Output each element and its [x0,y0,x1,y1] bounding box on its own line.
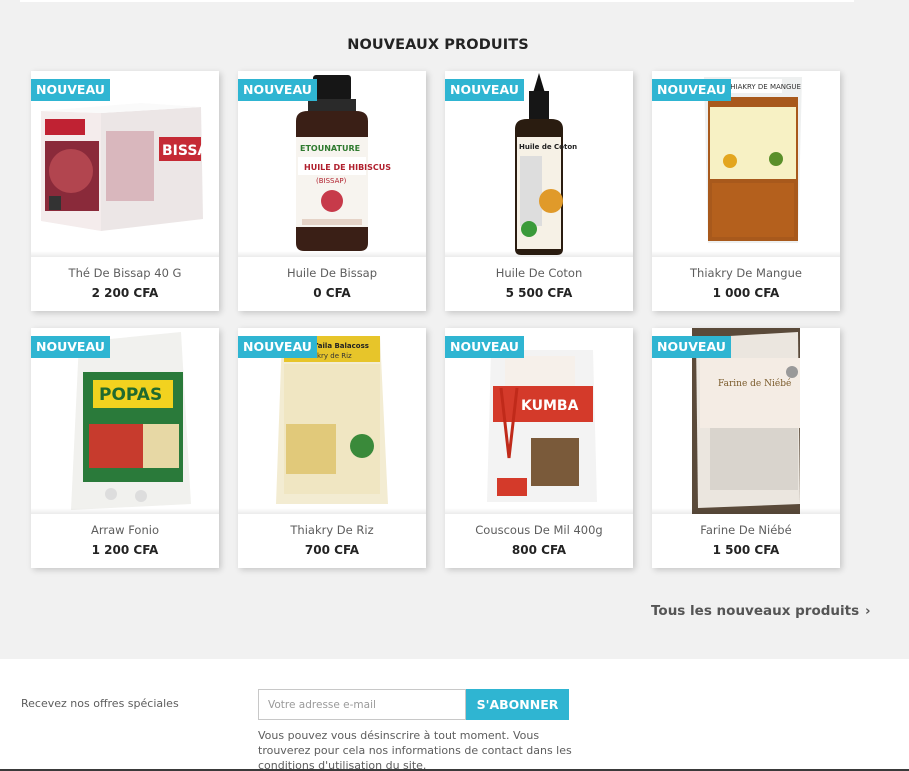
subscribe-button[interactable]: S'ABONNER [466,689,569,720]
svg-text:Farine de Niébé: Farine de Niébé [718,378,791,389]
product-name[interactable]: Farine De Niébé [652,523,840,537]
email-input[interactable] [258,689,466,720]
chevron-right-icon: › [865,604,871,619]
svg-text:KUMBA: KUMBA [521,398,579,414]
product-card[interactable]: Farine de Niébé NOUVEAU Farine De Niébé … [652,328,840,568]
new-badge: NOUVEAU [238,336,317,358]
product-price: 2 200 CFA [91,286,159,300]
svg-text:POPAS: POPAS [99,385,162,405]
section-title: NOUVEAUX PRODUITS [347,37,529,53]
product-card[interactable]: BISSAP NOUVEAU Thé De Bissap 40 G 2 200 … [31,71,219,311]
svg-text:HUILE DE HIBISCUS: HUILE DE HIBISCUS [304,163,391,172]
all-new-products-link[interactable]: Tous les nouveaux produits › [651,603,870,619]
new-badge: NOUVEAU [445,336,524,358]
newsletter-footer: Recevez nos offres spéciales S'ABONNER V… [0,659,909,771]
product-name[interactable]: Thiakry De Riz [238,523,426,537]
newsletter-label: Recevez nos offres spéciales [21,697,179,710]
new-badge: NOUVEAU [445,79,524,101]
product-name[interactable]: Thiakry De Mangue [652,266,840,280]
new-badge: NOUVEAU [31,79,110,101]
top-divider [20,0,854,2]
new-badge: NOUVEAU [31,336,110,358]
product-name[interactable]: Thé De Bissap 40 G [31,266,219,280]
newsletter-info: Vous pouvez vous désinscrire à tout mome… [258,729,572,771]
svg-text:Huile de Coton: Huile de Coton [519,143,577,151]
new-badge: NOUVEAU [652,336,731,358]
all-new-products-label: Tous les nouveaux produits [651,603,860,619]
product-price: 1 500 CFA [712,543,780,557]
product-price: 5 500 CFA [505,286,573,300]
product-price: 1 200 CFA [91,543,159,557]
product-card[interactable]: POPAS NOUVEAU Arraw Fonio 1 200 CFA [31,328,219,568]
svg-text:BISSAP: BISSAP [162,143,219,159]
product-price: 1 000 CFA [712,286,780,300]
svg-text:ETOUNATURE: ETOUNATURE [300,144,360,153]
product-name[interactable]: Huile De Coton [445,266,633,280]
product-card[interactable]: Huile de Coton NOUVEAU Huile De Coton 5 … [445,71,633,311]
product-grid: BISSAP NOUVEAU Thé De Bissap 40 G 2 200 … [31,71,841,571]
product-card[interactable]: THIAKRY DE MANGUE NOUVEAU Thiakry De Man… [652,71,840,311]
product-price: 700 CFA [304,543,360,557]
product-card[interactable]: ETOUNATURE HUILE DE HIBISCUS (BISSAP) NO… [238,71,426,311]
product-name[interactable]: Huile De Bissap [238,266,426,280]
product-price: 0 CFA [313,286,351,300]
svg-text:THIAKRY DE MANGUE: THIAKRY DE MANGUE [725,83,801,91]
product-name[interactable]: Arraw Fonio [31,523,219,537]
new-badge: NOUVEAU [652,79,731,101]
product-card[interactable]: KUMBA NOUVEAU Couscous De Mil 400g 800 C… [445,328,633,568]
new-badge: NOUVEAU [238,79,317,101]
product-name[interactable]: Couscous De Mil 400g [445,523,633,537]
product-card[interactable]: Sonte Yaila Balacoss Thiakry de Riz NOUV… [238,328,426,568]
product-price: 800 CFA [511,543,567,557]
svg-text:(BISSAP): (BISSAP) [316,177,347,185]
